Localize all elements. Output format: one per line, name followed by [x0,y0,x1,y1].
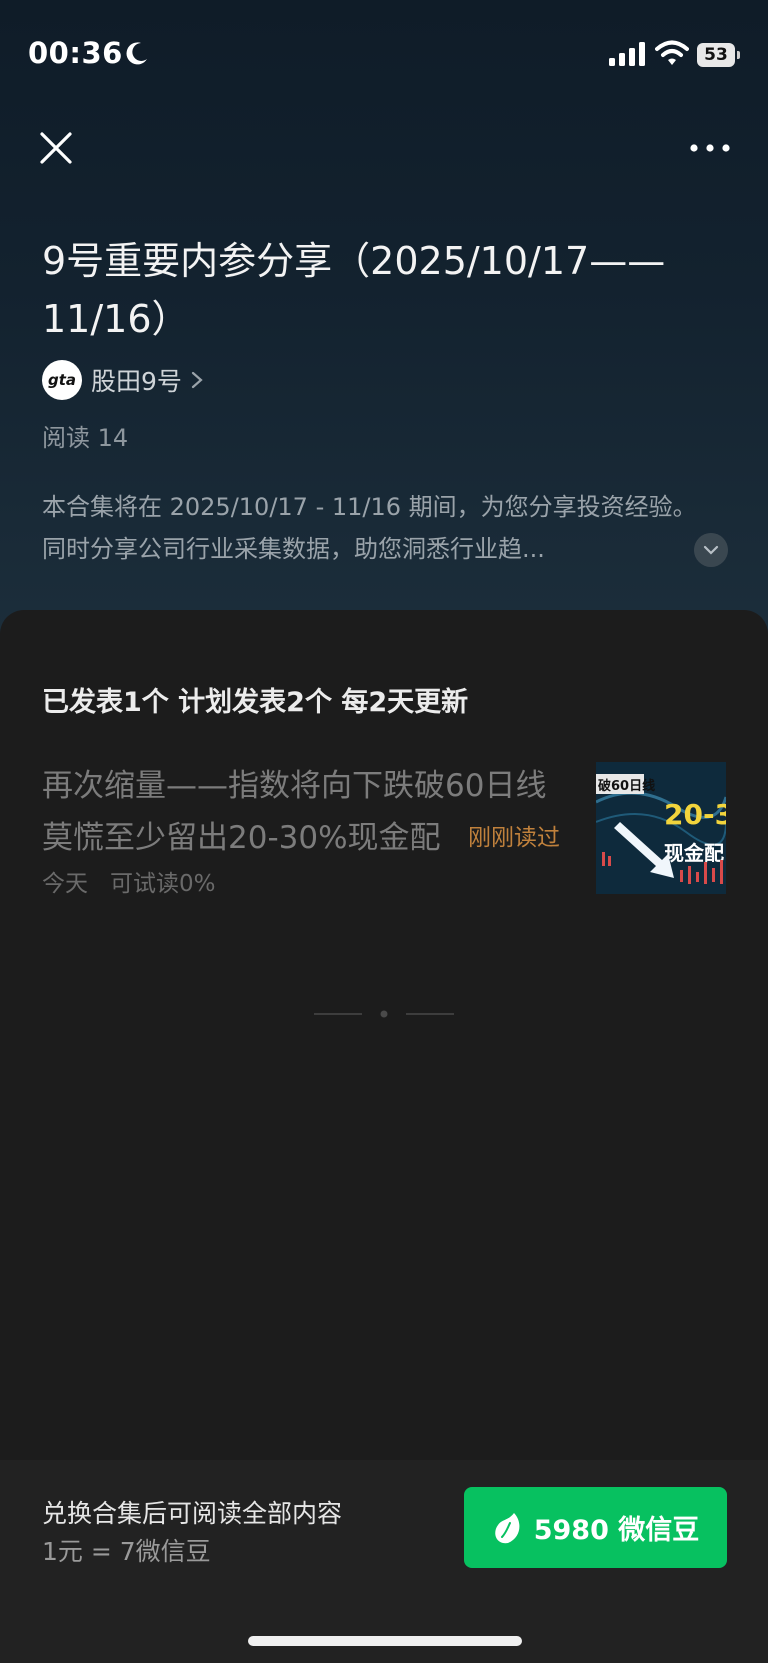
author-name: 股田9号 [91,367,182,396]
status-time: 00:36 [28,36,123,70]
bean-icon [494,1512,520,1543]
chevron-right-icon [191,371,203,389]
more-icon[interactable] [688,130,732,166]
buy-button-label: 5980 微信豆 [533,1515,700,1546]
wifi-icon [655,40,689,65]
avatar: gta [42,360,82,400]
read-badge: 刚刚读过 [468,825,560,851]
thumb-tag: 破60日线 [598,778,655,794]
list-end-divider [314,1010,454,1018]
collection-description: 本合集将在 2025/10/17 - 11/16 期间，为您分享投资经验。同时分… [42,493,697,563]
author-link[interactable]: gta 股田9号 [42,360,204,400]
read-count: 阅读 14 [42,424,129,452]
thumb-big: 20-30 [664,798,726,831]
battery-nub [737,51,740,59]
collection-stats: 已发表1个 计划发表2个 每2天更新 [42,687,469,718]
moon-icon [126,42,147,65]
thumb-sub: 现金配 [664,841,724,865]
redeem-title: 兑换合集后可阅读全部内容 [42,1499,343,1528]
battery-icon: 53 [697,43,741,67]
home-indicator[interactable] [248,1636,522,1646]
chevron-down-icon[interactable] [694,533,728,567]
article-thumbnail[interactable]: 破60日线 20-30 现金配 [596,762,726,894]
content-sheet [0,610,768,1460]
redeem-rate: 1元 = 7微信豆 [42,1537,211,1566]
article-meta: 今天 可试读0% [42,864,215,898]
buy-button[interactable]: 5980 微信豆 [464,1487,727,1568]
collection-title: 9号重要内参分享（2025/10/17——11/16） [42,239,666,341]
close-icon[interactable] [36,128,76,168]
battery-level: 53 [697,43,735,67]
article-date: 今天 [42,871,88,897]
signal-icon [609,42,645,66]
article-trial: 可试读0% [109,871,216,897]
